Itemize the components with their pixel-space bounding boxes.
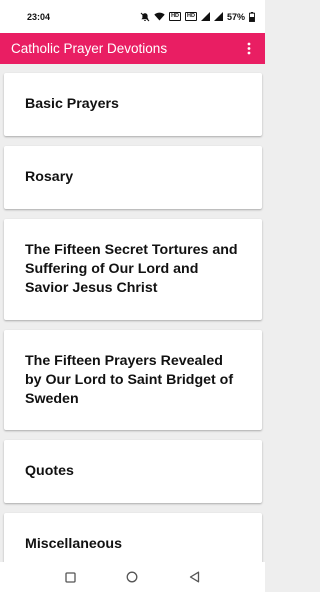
menu-item-label: The Fifteen Prayers Revealed by Our Lord… [25, 352, 234, 407]
app-title: Catholic Prayer Devotions [11, 41, 168, 56]
more-vert-icon[interactable] [243, 40, 255, 58]
menu-item-miscellaneous[interactable]: Miscellaneous [4, 513, 262, 562]
menu-item-basic-prayers[interactable]: Basic Prayers [4, 73, 262, 136]
status-icons: HD HD 57% [140, 11, 255, 22]
navigation-bar [0, 562, 265, 592]
menu-item-fifteen-prayers-saint-bridget[interactable]: The Fifteen Prayers Revealed by Our Lord… [4, 330, 262, 430]
battery-percent: 57% [226, 11, 245, 22]
mute-icon [140, 12, 150, 22]
menu-item-fifteen-secret-tortures[interactable]: The Fifteen Secret Tortures and Sufferin… [4, 219, 262, 320]
signal-icon [200, 12, 210, 21]
status-bar: 23:04 HD HD 57% [0, 0, 265, 33]
menu-item-label: Rosary [25, 169, 74, 185]
battery-icon [249, 11, 255, 22]
menu-item-label: Basic Prayers [25, 96, 119, 112]
menu-item-label: Miscellaneous [25, 536, 122, 552]
wifi-icon [154, 12, 165, 21]
menu-item-rosary[interactable]: Rosary [4, 146, 262, 209]
menu-item-label: Quotes [25, 463, 74, 479]
app-bar: Catholic Prayer Devotions [0, 33, 265, 64]
back-triangle-icon[interactable] [182, 565, 206, 589]
home-circle-icon[interactable] [120, 565, 144, 589]
recents-square-icon[interactable] [59, 565, 83, 589]
volte-icon: HD [185, 12, 197, 21]
menu-item-label: The Fifteen Secret Tortures and Sufferin… [25, 242, 238, 296]
menu-item-quotes[interactable]: Quotes [4, 440, 262, 503]
volte-icon: HD [169, 12, 182, 21]
status-time: 23:04 [27, 11, 51, 22]
signal-icon [213, 12, 223, 21]
menu-list: Basic Prayers Rosary The Fifteen Secret … [0, 64, 265, 562]
